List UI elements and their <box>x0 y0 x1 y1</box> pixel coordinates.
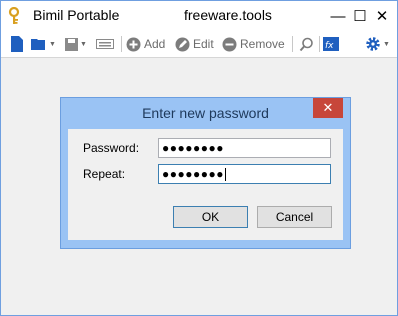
open-dropdown-icon[interactable]: ▼ <box>49 41 56 48</box>
remove-button[interactable]: Remove <box>222 34 285 54</box>
add-icon <box>126 37 141 51</box>
app-title: Bimil Portable <box>33 7 120 23</box>
repeat-field[interactable]: ●●●●●●●● <box>158 164 331 184</box>
repeat-label: Repeat: <box>83 167 126 181</box>
fx-button[interactable]: fx <box>323 34 339 54</box>
keyboard-icon <box>96 39 114 49</box>
gear-icon <box>366 37 380 51</box>
watermark-text: freeware.tools <box>184 7 272 23</box>
password-value: ●●●●●●●● <box>162 141 224 155</box>
save-dropdown-icon[interactable]: ▼ <box>80 41 87 48</box>
dialog-close-button[interactable]: ✕ <box>313 98 343 118</box>
open-button[interactable]: ▼ <box>31 34 56 54</box>
save-icon <box>65 37 78 51</box>
key-icon <box>8 7 20 24</box>
search-button[interactable] <box>299 34 314 54</box>
close-button[interactable]: ✕ <box>367 1 397 31</box>
add-button[interactable]: Add <box>126 34 165 54</box>
toolbar-separator <box>292 36 293 52</box>
title-bar: Bimil Portable freeware.tools — ☐ ✕ <box>1 1 397 31</box>
repeat-value: ●●●●●●●● <box>162 167 224 181</box>
open-folder-icon <box>31 39 45 50</box>
toolbar-separator <box>121 36 122 52</box>
new-button[interactable] <box>11 34 23 54</box>
add-label: Add <box>144 37 166 51</box>
dialog-title: Enter new password <box>142 105 269 121</box>
dialog-body: Password: ●●●●●●●● Repeat: ●●●●●●●● OK C… <box>68 129 343 240</box>
remove-icon <box>222 37 237 51</box>
keyboard-button[interactable] <box>96 34 114 54</box>
ok-button[interactable]: OK <box>173 206 248 228</box>
fx-icon: fx <box>323 37 339 51</box>
text-caret <box>224 168 226 182</box>
edit-button[interactable]: Edit <box>175 34 214 54</box>
edit-icon <box>175 37 190 51</box>
toolbar: ▼ ▼ Add Edit Remove fx ▼ <box>1 31 397 58</box>
remove-label: Remove <box>240 37 285 51</box>
password-dialog: Enter new password ✕ Password: ●●●●●●●● … <box>60 97 351 249</box>
cancel-button[interactable]: Cancel <box>257 206 332 228</box>
new-file-icon <box>11 36 23 52</box>
svg-text:fx: fx <box>325 41 334 51</box>
password-field[interactable]: ●●●●●●●● <box>158 138 331 158</box>
settings-dropdown-icon[interactable]: ▼ <box>383 41 390 48</box>
settings-button[interactable]: ▼ <box>365 34 390 54</box>
toolbar-separator <box>319 36 320 52</box>
password-label: Password: <box>83 141 140 155</box>
search-icon <box>299 37 313 51</box>
edit-label: Edit <box>193 37 214 51</box>
save-button[interactable]: ▼ <box>65 34 87 54</box>
